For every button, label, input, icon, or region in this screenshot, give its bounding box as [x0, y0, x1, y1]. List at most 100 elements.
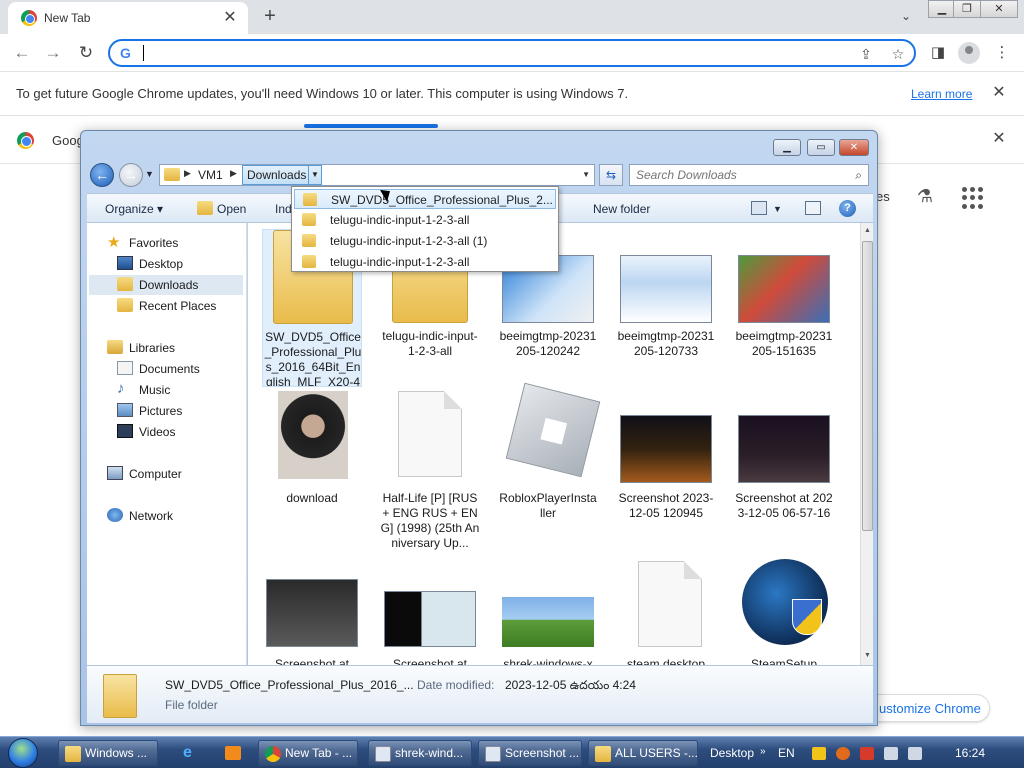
bookmark-star-icon[interactable]: ☆ [888, 44, 908, 64]
minimize-button[interactable]: ▁ [928, 0, 956, 18]
dropdown-item[interactable]: telugu-indic-input-1-2-3-all (1) [294, 231, 556, 251]
taskbar-item-screenshot[interactable]: Screenshot ... [478, 740, 582, 766]
open-button[interactable]: Open [217, 202, 246, 216]
file-item[interactable]: beeimgtmp-20231205-120733 [616, 229, 716, 389]
include-in-library-button[interactable]: Ind [275, 202, 292, 216]
restore-button[interactable]: ❐ [953, 0, 981, 18]
omnibox-input[interactable] [142, 44, 822, 62]
nav-network[interactable]: Network [107, 506, 237, 526]
nav-documents[interactable]: Documents [117, 359, 237, 379]
details-file-type: File folder [165, 698, 218, 712]
nav-computer[interactable]: Computer [107, 464, 237, 484]
nav-desktop[interactable]: Desktop [117, 254, 237, 274]
start-button[interactable] [8, 738, 38, 768]
forward-arrow-icon[interactable]: → [41, 41, 65, 65]
file-item[interactable]: Screenshot at [380, 573, 480, 665]
tray-volume-muted-icon[interactable] [908, 747, 922, 760]
tray-search-icon[interactable] [836, 747, 850, 760]
nav-recent-places[interactable]: Recent Places [117, 296, 237, 316]
dropdown-item[interactable]: telugu-indic-input-1-2-3-all [294, 210, 556, 230]
media-player-icon[interactable] [218, 740, 248, 766]
organize-button[interactable]: Organize ▾ [105, 202, 163, 216]
refresh-icon[interactable]: ⇆ [599, 164, 623, 186]
clock[interactable]: 16:24 [955, 746, 985, 760]
change-view-icon[interactable] [751, 201, 767, 215]
nav-downloads[interactable]: Downloads [89, 275, 243, 295]
update-message: To get future Google Chrome updates, you… [16, 86, 629, 101]
file-item[interactable]: beeimgtmp-20231205-151635 [734, 229, 834, 389]
profile-avatar-icon[interactable] [958, 42, 980, 64]
dropdown-item[interactable]: telugu-indic-input-1-2-3-all [294, 252, 556, 272]
view-dropdown-icon[interactable]: ▼ [773, 204, 782, 214]
language-indicator[interactable]: EN [778, 746, 795, 760]
search-box[interactable]: ⌕ [629, 164, 869, 186]
file-item[interactable]: Screenshot at [262, 573, 362, 665]
back-button[interactable]: ← [90, 163, 114, 187]
tray-network-icon[interactable] [884, 747, 898, 760]
taskbar-item-new-tab[interactable]: New Tab - ... [258, 740, 358, 766]
file-item-label: Screenshot 2023-12-05 120945 [618, 491, 714, 520]
nav-videos[interactable]: Videos [117, 422, 237, 442]
file-item[interactable]: RobloxPlayerInstaller [498, 382, 601, 551]
dialog-minimize-button[interactable]: ▁ [773, 139, 801, 156]
new-tab-button[interactable]: + [258, 4, 282, 28]
close-icon[interactable]: ✕ [990, 130, 1008, 148]
internet-explorer-icon[interactable]: e [176, 740, 206, 766]
file-item[interactable]: shrek-windows-x [498, 573, 598, 665]
nav-libraries[interactable]: Libraries [107, 338, 237, 358]
file-item[interactable]: Half-Life [P] [RUS + ENG RUS + ENG] (199… [380, 391, 480, 551]
share-icon[interactable]: ⇪ [856, 44, 876, 64]
vertical-scrollbar[interactable]: ▲ ▼ [860, 223, 873, 665]
scroll-thumb[interactable] [862, 241, 873, 531]
tray-app-icon[interactable] [812, 747, 826, 760]
preview-pane-icon[interactable] [805, 201, 821, 215]
dialog-maximize-button[interactable]: ▭ [807, 139, 835, 156]
google-apps-icon[interactable] [962, 187, 984, 209]
dropdown-item[interactable]: SW_DVD5_Office_Professional_Plus_2... [294, 189, 556, 209]
new-folder-button[interactable]: New folder [593, 202, 650, 216]
breadcrumb-downloads[interactable]: Downloads [242, 165, 312, 185]
back-arrow-icon[interactable]: ← [10, 41, 34, 65]
breadcrumb-arrow-icon[interactable]: ▶ [230, 168, 237, 179]
tab-close-icon[interactable]: ✕ [220, 8, 240, 28]
file-item[interactable]: steam.desktop [616, 561, 716, 665]
forward-button[interactable]: → [119, 163, 143, 187]
ntp-header-link[interactable]: es [876, 189, 890, 204]
breadcrumb-arrow-icon[interactable]: ▶ [184, 168, 191, 179]
scroll-down-icon[interactable]: ▼ [862, 649, 873, 663]
address-dropdown-icon[interactable]: ▼ [582, 170, 590, 179]
help-icon[interactable]: ? [839, 200, 856, 217]
chrome-menu-icon[interactable]: ⋮ [990, 41, 1014, 65]
scroll-up-icon[interactable]: ▲ [862, 224, 873, 238]
breadcrumb-dropdown-icon[interactable]: ▼ [308, 165, 322, 185]
toolbar-expand-icon[interactable]: » [760, 746, 766, 757]
nav-computer-label: Computer [129, 467, 182, 481]
nav-pictures[interactable]: Pictures [117, 401, 237, 421]
labs-flask-icon[interactable]: ⚗ [914, 186, 936, 208]
breadcrumb-vm1[interactable]: VM1 [198, 168, 223, 182]
address-bar[interactable]: G ⇪ ☆ [108, 39, 916, 67]
customize-chrome-button[interactable]: ustomize Chrome [860, 694, 990, 722]
history-dropdown-icon[interactable]: ▼ [145, 169, 154, 179]
taskbar-item-shrek[interactable]: shrek-wind... [368, 740, 472, 766]
nav-music[interactable]: ♪ Music [117, 380, 237, 400]
reload-icon[interactable]: ↻ [74, 41, 98, 65]
tab-new-tab[interactable]: New Tab ✕ [8, 2, 248, 34]
tray-flag-icon[interactable] [860, 747, 874, 760]
file-item[interactable]: download [262, 391, 362, 551]
file-item[interactable]: SteamSetup [734, 559, 834, 665]
close-icon[interactable]: ✕ [990, 84, 1008, 102]
learn-more-link[interactable]: Learn more [911, 87, 972, 101]
file-item[interactable]: Screenshot at 2023-12-05 06-57-16 [734, 391, 834, 551]
file-item[interactable]: Screenshot 2023-12-05 120945 [616, 391, 716, 551]
search-input[interactable] [636, 168, 836, 182]
explorer-address-bar[interactable]: ▶ VM1 ▶ Downloads ▼ ▼ [159, 164, 595, 186]
desktop-toolbar-label[interactable]: Desktop [710, 746, 754, 760]
taskbar-item-all-users[interactable]: ALL USERS -... [588, 740, 698, 766]
dialog-close-button[interactable]: ✕ [839, 139, 869, 156]
nav-favorites[interactable]: ★ Favorites [107, 233, 237, 253]
tab-search-chevron-icon[interactable]: ⌄ [896, 6, 916, 26]
side-panel-icon[interactable]: ◨ [926, 41, 950, 65]
close-window-button[interactable]: ✕ [980, 0, 1018, 18]
taskbar-item-windows[interactable]: Windows ... [58, 740, 158, 766]
